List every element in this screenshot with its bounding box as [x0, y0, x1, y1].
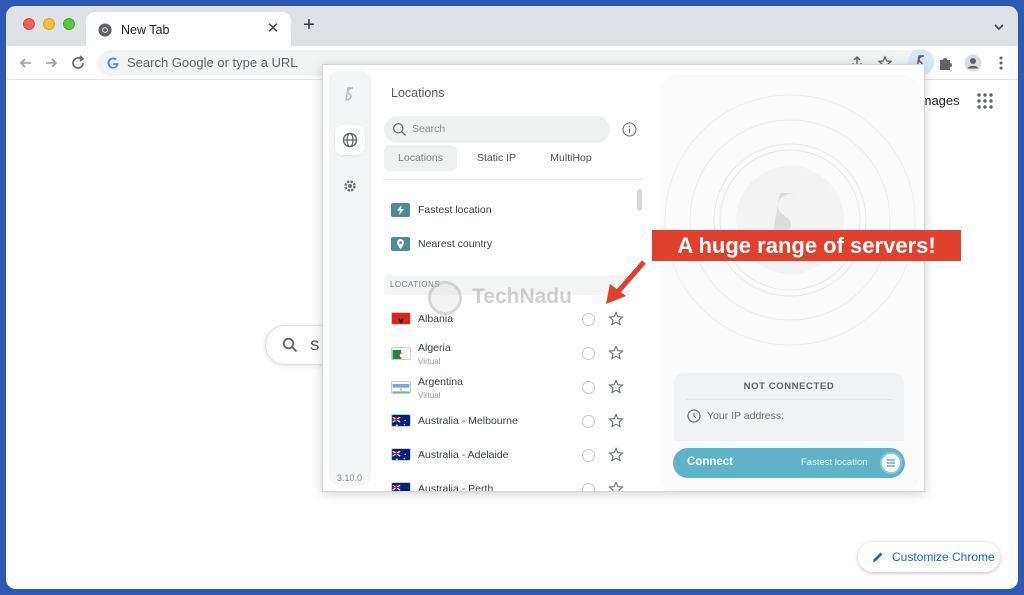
close-window-button[interactable] [23, 18, 35, 30]
new-tab-button[interactable]: + [298, 15, 320, 37]
gear-icon [344, 180, 356, 192]
location-item-australia-melbourne[interactable]: Australia - Melbourne [391, 411, 631, 441]
nearest-country-label: Nearest country [418, 238, 493, 250]
flag-australia-icon [391, 482, 411, 491]
location-radio[interactable] [582, 313, 595, 326]
tab-new-tab[interactable]: New Tab ✕ [86, 12, 291, 46]
reload-icon[interactable] [68, 53, 88, 73]
google-g-icon [107, 57, 119, 69]
chrome-icon [98, 23, 112, 37]
forward-arrow-icon[interactable] [41, 53, 61, 73]
sidebar-item-settings[interactable] [335, 171, 365, 201]
favorite-star-icon[interactable] [608, 481, 624, 491]
fastest-location-label: Fastest location [418, 204, 492, 216]
location-name: Australia - Adelaide [418, 449, 509, 461]
google-search-text: S [310, 337, 320, 353]
status-card: NOT CONNECTED Your IP address: [674, 373, 904, 441]
extension-sidebar: 3.10.0 [329, 71, 371, 485]
location-name: Argentina [418, 376, 463, 388]
location-item-albania[interactable]: Albania [391, 308, 631, 338]
location-sub: Virtual [418, 391, 441, 400]
surfshark-logo-icon [345, 87, 354, 101]
sidebar-item-locations[interactable] [335, 125, 365, 155]
puzzle-extensions-icon[interactable] [937, 54, 955, 72]
annotation-banner-text: A huge range of servers! [677, 233, 936, 258]
annotation-arrow-icon [606, 260, 646, 304]
favorite-star-icon[interactable] [608, 311, 624, 327]
location-name: Albania [418, 313, 454, 325]
location-item-australia-perth[interactable]: Australia - Perth [391, 479, 631, 491]
profile-avatar-icon[interactable] [964, 54, 982, 72]
flag-algeria-icon [391, 347, 411, 360]
tabs-divider [383, 179, 643, 180]
location-item-australia-adelaide[interactable]: Australia - Adelaide [391, 445, 631, 475]
pin-icon [391, 237, 410, 251]
favorite-star-icon[interactable] [608, 345, 624, 361]
more-menu-icon[interactable] [992, 54, 1010, 72]
annotation-banner: A huge range of servers! [652, 230, 961, 261]
app-version: 3.10.0 [337, 473, 363, 483]
connect-button[interactable]: Connect Fastest location [673, 448, 905, 478]
title-bar: New Tab ✕ + [6, 6, 1018, 46]
address-bar-placeholder: Search Google or type a URL [127, 55, 298, 70]
search-icon [393, 123, 406, 136]
search-placeholder: Search [412, 123, 446, 135]
location-item-argentina[interactable]: Argentina Virtual [391, 376, 631, 406]
technadu-logo-icon [428, 281, 462, 315]
flag-albania-icon [391, 312, 411, 325]
search-icon [282, 337, 298, 353]
status-divider [686, 399, 892, 400]
chevron-down-icon[interactable] [992, 20, 1006, 34]
location-name: Algeria [418, 342, 451, 354]
flag-australia-icon [391, 414, 411, 427]
minimize-window-button[interactable] [43, 18, 55, 30]
connection-pane: NOT CONNECTED Your IP address: Connect F… [660, 75, 920, 491]
customize-chrome-button[interactable]: Customize Chrome [858, 542, 1000, 572]
tab-title: New Tab [121, 23, 170, 37]
info-icon[interactable] [622, 122, 637, 137]
lightning-icon [391, 203, 410, 217]
location-radio[interactable] [582, 483, 595, 491]
connect-location: Fastest location [801, 457, 868, 468]
favorite-star-icon[interactable] [608, 379, 624, 395]
apps-grid-icon[interactable] [977, 93, 993, 109]
watermark-text: TechNadu [472, 285, 572, 308]
connect-label: Connect [687, 456, 733, 468]
location-item-algeria[interactable]: Algeria Virtual [391, 342, 631, 372]
location-radio[interactable] [582, 449, 595, 462]
connection-status: NOT CONNECTED [743, 381, 835, 392]
location-radio[interactable] [582, 347, 595, 360]
pencil-icon [873, 552, 883, 562]
maximize-window-button[interactable] [63, 18, 75, 30]
sidebar-item-home[interactable] [335, 79, 365, 109]
location-list-scrollbar[interactable] [637, 189, 642, 211]
back-arrow-icon[interactable] [16, 53, 36, 73]
ip-refresh-icon [687, 409, 701, 423]
tab-multihop[interactable]: MultiHop [537, 145, 605, 171]
location-name: Australia - Perth [418, 483, 494, 491]
location-sub: Virtual [418, 357, 441, 366]
location-search-input[interactable]: Search [384, 116, 610, 143]
location-menu-button[interactable] [880, 452, 902, 474]
locations-title: Locations [391, 86, 445, 100]
favorite-star-icon[interactable] [608, 447, 624, 463]
ip-address-label: Your IP address: [707, 410, 785, 422]
tab-locations[interactable]: Locations [384, 145, 457, 171]
customize-chrome-label: Customize Chrome [892, 550, 995, 564]
technadu-watermark: TechNadu [428, 281, 598, 315]
flag-australia-icon [391, 448, 411, 461]
location-radio[interactable] [582, 415, 595, 428]
tab-close-icon[interactable]: ✕ [264, 20, 282, 38]
location-name: Australia - Melbourne [418, 415, 518, 427]
tab-static-ip[interactable]: Static IP [464, 145, 529, 171]
globe-icon [342, 132, 358, 148]
flag-argentina-icon [391, 381, 411, 394]
location-radio[interactable] [582, 381, 595, 394]
favorite-star-icon[interactable] [608, 413, 624, 429]
connection-rings-graphic [664, 94, 916, 346]
list-menu-icon [887, 459, 895, 467]
